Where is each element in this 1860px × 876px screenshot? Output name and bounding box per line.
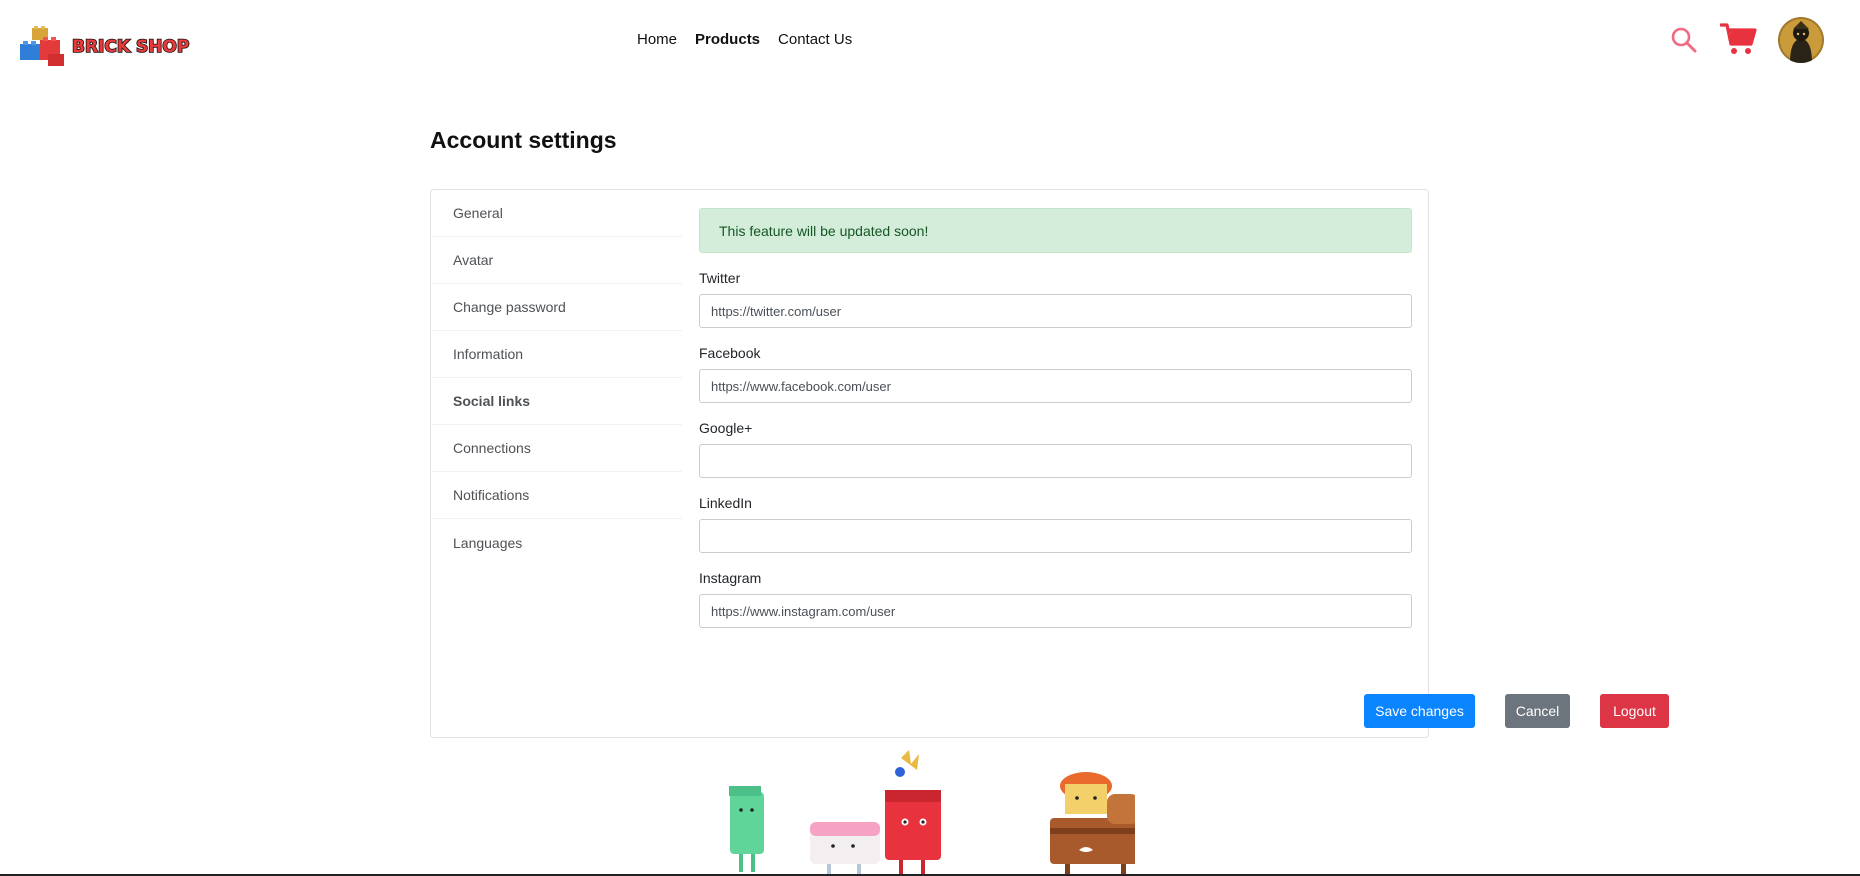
search-icon[interactable] (1670, 26, 1698, 54)
nav-home[interactable]: Home (637, 31, 677, 49)
cart-icon[interactable] (1720, 22, 1758, 56)
brick-icon (20, 26, 64, 66)
logout-button[interactable]: Logout (1600, 694, 1669, 728)
brand-name-text: BRICK SHOP (72, 37, 189, 57)
twitter-label: Twitter (699, 270, 741, 286)
treasure-chest-mascot (1050, 772, 1135, 874)
google-plus-field-group: Google+ (699, 420, 1412, 478)
linkedin-input[interactable] (699, 519, 1412, 553)
sidebar-item-change-password[interactable]: Change password (431, 284, 682, 331)
cancel-button[interactable]: Cancel (1505, 694, 1570, 728)
nav-products[interactable]: Products (695, 31, 760, 49)
sidebar-item-connections[interactable]: Connections (431, 425, 682, 472)
site-header: BRICK SHOP Home Products Contact Us (0, 0, 1860, 80)
user-avatar[interactable] (1778, 17, 1824, 63)
facebook-label: Facebook (699, 345, 761, 361)
instagram-input[interactable] (699, 594, 1412, 628)
social-links-panel: This feature will be updated soon! Twitt… (699, 208, 1669, 728)
settings-card: General Avatar Change password Informati… (430, 189, 1669, 738)
sidebar-item-notifications[interactable]: Notifications (431, 472, 682, 519)
green-block-mascot (729, 786, 764, 872)
settings-sidebar: General Avatar Change password Informati… (431, 190, 682, 566)
sidebar-item-general[interactable]: General (431, 190, 682, 237)
sidebar-item-social-links[interactable]: Social links (431, 378, 682, 425)
sidebar-item-information[interactable]: Information (431, 331, 682, 378)
sidebar-item-languages[interactable]: Languages (431, 519, 682, 566)
main-nav: Home Products Contact Us (637, 31, 870, 49)
save-changes-button[interactable]: Save changes (1364, 694, 1475, 728)
facebook-input[interactable] (699, 369, 1412, 403)
facebook-field-group: Facebook (699, 345, 1412, 403)
twitter-field-group: Twitter (699, 270, 1412, 328)
linkedin-field-group: LinkedIn (699, 495, 1412, 553)
pink-block-mascot (810, 822, 880, 874)
page-title: Account settings (430, 127, 617, 153)
avatar-image (1778, 17, 1824, 63)
google-plus-label: Google+ (699, 420, 753, 436)
red-bag-mascot (885, 750, 941, 874)
instagram-field-group: Instagram (699, 570, 1412, 628)
sidebar-item-avatar[interactable]: Avatar (431, 237, 682, 284)
nav-contact-us[interactable]: Contact Us (778, 31, 852, 49)
info-alert: This feature will be updated soon! (699, 208, 1412, 253)
linkedin-label: LinkedIn (699, 495, 752, 511)
instagram-label: Instagram (699, 570, 762, 586)
google-plus-input[interactable] (699, 444, 1412, 478)
brick-shop-logo[interactable]: BRICK SHOP (20, 26, 192, 68)
twitter-input[interactable] (699, 294, 1412, 328)
footer-mascots-illustration (729, 750, 1135, 874)
